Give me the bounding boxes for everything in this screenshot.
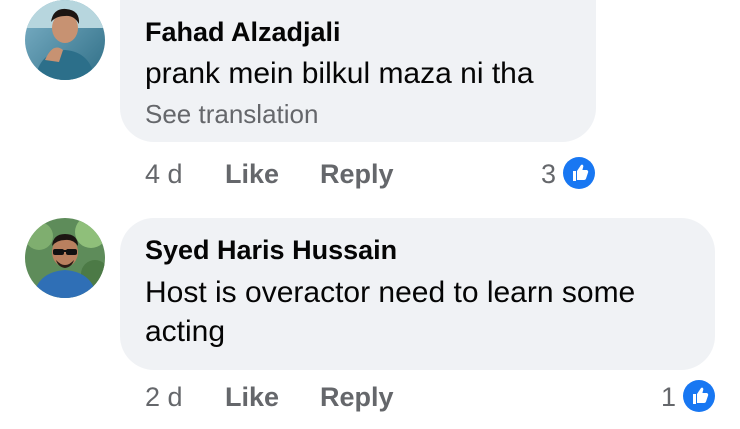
comment-timestamp[interactable]: 2 d <box>145 381 183 413</box>
comment-item: Syed Haris Hussain Host is overactor nee… <box>0 205 740 429</box>
avatar-photo <box>25 218 105 298</box>
comment-text: prank mein bilkul maza ni tha <box>145 57 534 90</box>
avatar[interactable] <box>25 0 105 80</box>
reaction-count[interactable]: 1 <box>640 381 676 413</box>
like-button[interactable]: Like <box>225 158 279 190</box>
comment-text: Host is overactor need to learn some act… <box>145 276 636 348</box>
avatar-photo <box>25 0 105 80</box>
avatar[interactable] <box>25 218 105 298</box>
thumbs-up-icon <box>682 379 716 413</box>
reaction-count[interactable]: 3 <box>520 158 556 190</box>
like-button[interactable]: Like <box>225 381 279 413</box>
thumbs-up-icon <box>562 156 596 190</box>
comment-author[interactable]: Syed Haris Hussain <box>145 234 397 266</box>
comment-timestamp[interactable]: 4 d <box>145 158 183 190</box>
comment-author[interactable]: Fahad Alzadjali <box>145 16 341 48</box>
see-translation-link[interactable]: See translation <box>145 99 318 129</box>
comment-item: Fahad Alzadjali prank mein bilkul maza n… <box>0 0 740 205</box>
reply-button[interactable]: Reply <box>320 381 394 413</box>
reply-button[interactable]: Reply <box>320 158 394 190</box>
